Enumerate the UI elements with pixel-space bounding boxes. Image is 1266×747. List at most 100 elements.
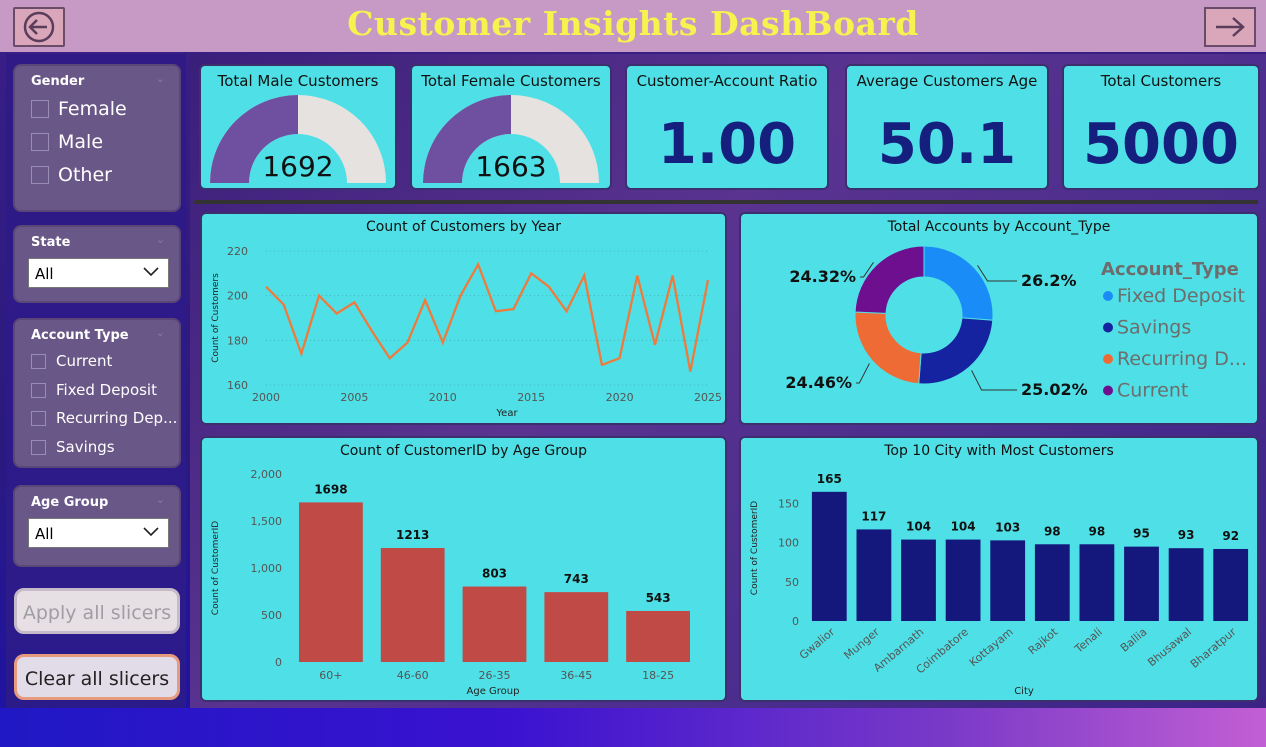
x-tick-label: 26-35 — [479, 669, 511, 682]
account-type-slicer: Account Type ⌄ Current Fixed Deposit Rec… — [13, 318, 181, 468]
data-label: 165 — [817, 472, 842, 486]
kpi-ratio-card[interactable]: Customer-Account Ratio 1.00 — [625, 64, 829, 190]
back-button[interactable] — [13, 7, 65, 47]
bar — [856, 529, 892, 621]
donut-slice — [923, 245, 994, 321]
kpi-title: Total Male Customers — [217, 72, 379, 90]
x-tick-label: Rajkot — [1026, 625, 1061, 657]
legend-marker — [1103, 385, 1113, 396]
checkbox[interactable] — [31, 100, 49, 118]
x-tick-label: Bharatpur — [1188, 625, 1239, 671]
bar — [626, 610, 691, 662]
kpi-value: 1663 — [475, 150, 547, 183]
state-slicer-title: State — [31, 235, 71, 250]
bar — [1168, 548, 1204, 621]
x-axis-label: City — [1014, 686, 1034, 697]
x-tick-label: 18-25 — [642, 669, 674, 682]
donut-chart-plot: 26.2% 25.02% 24.46% 24.32% Account_Type Fixed… — [785, 245, 1247, 402]
y-tick-label: 100 — [778, 537, 799, 550]
top-city-chart[interactable]: Top 10 City with Most Customers 150 100 50… — [739, 436, 1259, 702]
data-label: 98 — [1044, 524, 1061, 538]
apply-slicers-button[interactable]: Apply all slicers — [14, 588, 180, 634]
y-axis-label: Count of CustomerID — [211, 521, 221, 615]
legend-label: Savings — [1117, 317, 1191, 339]
gender-slicer-title: Gender — [31, 74, 85, 89]
bar — [945, 539, 981, 621]
bar — [1213, 548, 1249, 621]
kpi-title: Average Customers Age — [856, 72, 1038, 90]
x-tick-label: Gwalior — [797, 625, 838, 662]
checkbox[interactable] — [31, 353, 46, 369]
y-tick-label: 200 — [227, 290, 248, 303]
legend-label: Fixed Deposit — [1117, 285, 1245, 307]
x-tick-label: 2010 — [429, 391, 457, 404]
legend-marker — [1103, 322, 1113, 333]
checkbox[interactable] — [31, 133, 49, 151]
y-tick-label: 0 — [792, 615, 799, 628]
checkbox[interactable] — [31, 410, 46, 426]
checkbox[interactable] — [31, 382, 46, 398]
clear-slicers-button[interactable]: Clear all slicers — [14, 654, 180, 700]
kpi-total-card[interactable]: Total Customers 5000 — [1062, 64, 1260, 190]
series-line — [265, 261, 710, 372]
gender-option-other[interactable]: Other — [31, 164, 112, 186]
data-label: 743 — [564, 572, 589, 586]
customers-by-year-chart[interactable]: Count of Customers by Year 160 180 200 220 2… — [200, 212, 727, 425]
gender-option-female[interactable]: Female — [31, 98, 127, 120]
y-tick-label: 160 — [227, 379, 248, 392]
checkbox[interactable] — [31, 166, 49, 184]
x-tick-label: 46-60 — [397, 669, 429, 682]
chevron-down-icon — [143, 267, 159, 277]
state-dropdown[interactable]: All — [28, 258, 169, 288]
kpi-female-card[interactable]: Total Female Customers 1663 — [410, 64, 612, 190]
account-type-option-recurring[interactable]: Recurring Dep... — [31, 409, 177, 427]
x-tick-label: 2020 — [606, 391, 634, 404]
data-label: 24.32% — [789, 267, 856, 286]
chevron-down-icon: ⌄ — [155, 493, 165, 506]
account-type-option-current[interactable]: Current — [31, 352, 112, 370]
arrow-left-icon — [23, 11, 55, 43]
checkbox[interactable] — [31, 439, 46, 455]
legend-marker — [1103, 354, 1113, 364]
x-axis-label: Year — [495, 408, 518, 419]
bar — [380, 547, 445, 662]
x-tick-label: Munger — [842, 625, 883, 662]
y-axis-label: Count of CustomerID — [750, 501, 760, 595]
forward-button[interactable] — [1204, 7, 1256, 47]
kpi-avg-age-card[interactable]: Average Customers Age 50.1 — [845, 64, 1049, 190]
age-group-slicer-title: Age Group — [31, 495, 109, 510]
x-tick-label: 2015 — [517, 391, 545, 404]
y-tick-label: 1,000 — [251, 562, 283, 575]
kpi-male-card[interactable]: Total Male Customers 1692 — [199, 64, 397, 190]
x-tick-label: 2025 — [694, 391, 722, 404]
x-tick-label: 36-45 — [560, 669, 592, 682]
state-dropdown-value: All — [35, 265, 54, 283]
donut-slice — [854, 245, 925, 314]
data-label: 1698 — [314, 482, 347, 496]
age-group-dropdown[interactable]: All — [28, 518, 169, 548]
account-type-option-fixed-deposit[interactable]: Fixed Deposit — [31, 381, 157, 399]
y-tick-label: 0 — [275, 656, 282, 669]
bar — [1034, 544, 1070, 621]
chevron-down-icon — [143, 527, 159, 537]
account-type-slicer-title: Account Type — [31, 328, 129, 343]
account-type-option-label: Current — [56, 352, 113, 370]
chevron-down-icon: ⌄ — [155, 233, 165, 246]
data-label: 98 — [1089, 524, 1106, 538]
accounts-by-type-chart[interactable]: Total Accounts by Account_Type 26.2% 25.0… — [739, 212, 1259, 425]
age-group-chart[interactable]: Count of CustomerID by Age Group 2,000 1,… — [200, 436, 727, 702]
y-tick-label: 2,000 — [251, 468, 283, 481]
data-label: 117 — [861, 509, 886, 523]
kpi-title: Total Female Customers — [421, 72, 601, 90]
account-type-option-savings[interactable]: Savings — [31, 438, 115, 456]
legend-title: Account_Type — [1101, 259, 1239, 280]
account-type-option-label: Savings — [56, 438, 115, 456]
bar — [544, 592, 609, 662]
gender-option-male[interactable]: Male — [31, 131, 103, 153]
legend-label: Recurring D... — [1117, 348, 1247, 370]
divider — [194, 200, 1258, 204]
bar — [990, 540, 1026, 621]
data-label: 92 — [1222, 529, 1239, 543]
age-group-slicer: Age Group ⌄ All — [13, 485, 181, 567]
kpi-value: 5000 — [1083, 112, 1239, 177]
